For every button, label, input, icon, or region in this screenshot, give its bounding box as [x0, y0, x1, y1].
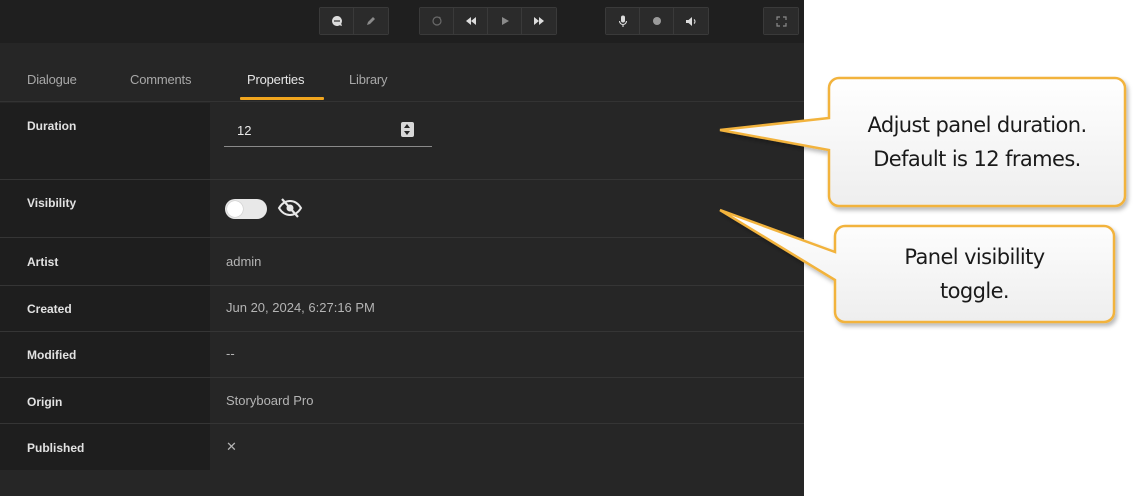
loop-icon [431, 16, 442, 26]
visibility-label: Visibility [27, 196, 77, 210]
pencil-button[interactable] [354, 8, 388, 34]
artist-label: Artist [27, 255, 59, 269]
tab-library[interactable]: Library [349, 72, 388, 87]
tab-properties[interactable]: Properties [247, 72, 304, 87]
artist-value: admin [226, 254, 262, 269]
tab-bar: Dialogue Comments Properties Library [0, 56, 804, 102]
comment-icon [331, 16, 342, 26]
visibility-callout-text: Panel visibility toggle. [835, 240, 1114, 308]
visibility-callout-line-1: Panel visibility [904, 245, 1045, 269]
panel-footer [0, 470, 804, 496]
row-divider [0, 285, 804, 286]
microphone-icon [618, 15, 627, 27]
published-value: ✕ [226, 439, 237, 454]
toggle-knob [227, 201, 243, 217]
duration-value: 12 [237, 123, 252, 138]
duration-callout-text: Adjust panel duration. Default is 12 fra… [829, 108, 1125, 176]
fullscreen-button[interactable] [764, 8, 798, 34]
published-label: Published [27, 441, 85, 455]
fullscreen-icon [775, 15, 787, 27]
properties-panel: Dialogue Comments Properties Library Dur… [0, 0, 804, 496]
row-divider [0, 179, 804, 180]
play-icon [501, 17, 509, 25]
row-divider [0, 423, 804, 424]
fast-forward-icon [534, 17, 544, 25]
duration-label: Duration [27, 119, 77, 133]
tab-comments[interactable]: Comments [130, 72, 191, 87]
microphone-button[interactable] [606, 8, 640, 34]
created-label: Created [27, 302, 72, 316]
created-value: Jun 20, 2024, 6:27:16 PM [226, 300, 375, 315]
duration-callout-line-2: Default is 12 frames. [873, 147, 1081, 171]
modified-label: Modified [27, 348, 77, 362]
row-divider [0, 377, 804, 378]
row-divider [0, 237, 804, 238]
duration-callout-line-1: Adjust panel duration. [867, 113, 1087, 137]
record-button[interactable] [640, 8, 674, 34]
fast-forward-button[interactable] [522, 8, 556, 34]
toolbar-group-playback [419, 7, 557, 35]
active-tab-indicator [240, 97, 324, 100]
modified-value: -- [226, 346, 235, 361]
property-label-column [0, 103, 210, 470]
rewind-button[interactable] [454, 8, 488, 34]
loop-button[interactable] [420, 8, 454, 34]
origin-value: Storyboard Pro [226, 393, 314, 408]
volume-icon [685, 16, 696, 26]
eye-slash-icon [277, 198, 303, 218]
duration-field[interactable]: 12 [224, 117, 432, 147]
pencil-icon [367, 17, 375, 25]
toolbar-group-audio [605, 7, 709, 35]
visibility-callout-line-2: toggle. [940, 279, 1010, 303]
visibility-toggle[interactable] [225, 199, 267, 219]
play-button[interactable] [488, 8, 522, 34]
origin-label: Origin [27, 395, 63, 409]
comment-button[interactable] [320, 8, 354, 34]
duration-stepper[interactable] [401, 122, 414, 137]
row-divider [0, 331, 804, 332]
toolbar-group-view [763, 7, 799, 35]
record-icon [652, 17, 661, 25]
volume-button[interactable] [674, 8, 708, 34]
rewind-icon [465, 17, 476, 25]
toolbar-group-edit [319, 7, 389, 35]
toolbar [0, 0, 804, 43]
tab-dialogue[interactable]: Dialogue [27, 72, 77, 87]
